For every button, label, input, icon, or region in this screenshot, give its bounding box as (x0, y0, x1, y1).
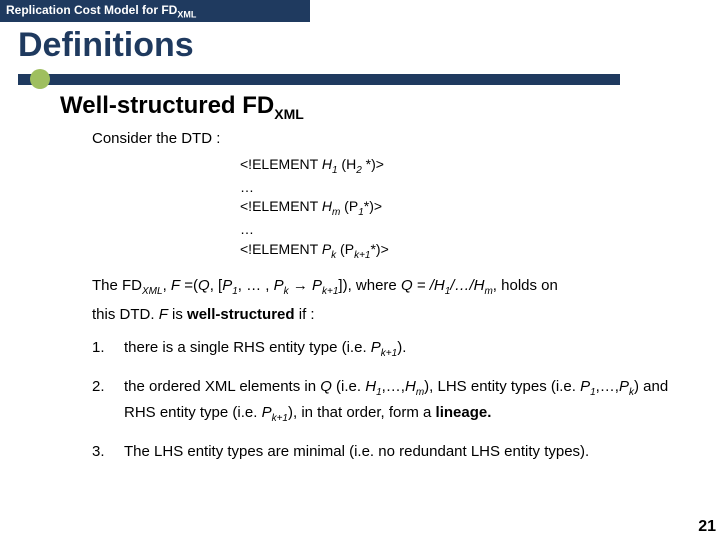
page-number: 21 (698, 518, 716, 536)
slide-header: Replication Cost Model for FDXML (0, 0, 310, 22)
t: the ordered XML elements in (124, 378, 320, 395)
header-text: Replication Cost Model for FD (6, 3, 177, 17)
t: P (580, 378, 590, 395)
t: ), in that order, form a (288, 404, 436, 421)
t: The FD (92, 277, 142, 294)
dtd-line-2: <!ELEMENT Hm (P1*)> (240, 197, 680, 220)
t: (P (336, 241, 354, 257)
definition-paragraph: The FDXML, F =(Q, [P1, … , Pk → Pk+1]), … (92, 272, 680, 330)
dtd-line-1: <!ELEMENT H1 (H2 *)> (240, 155, 680, 178)
t: m (416, 387, 424, 398)
dtd-dots-1: … (240, 178, 680, 198)
consider-text: Consider the DTD : (92, 130, 680, 147)
t: Q = /H (401, 277, 445, 294)
t: P (322, 241, 331, 257)
t: <!ELEMENT (240, 156, 322, 172)
title-underline (18, 74, 620, 85)
t: <!ELEMENT (240, 241, 322, 257)
dtd-block: <!ELEMENT H1 (H2 *)> … <!ELEMENT Hm (P1*… (240, 155, 680, 263)
t: F (171, 277, 180, 294)
t: Q (198, 277, 210, 294)
subtitle-text: Well-structured FD (60, 92, 274, 119)
t: P (262, 404, 272, 421)
t: ,…, (596, 378, 619, 395)
t: *)> (362, 156, 384, 172)
t: P (222, 277, 232, 294)
t: ,…, (382, 378, 405, 395)
t: *)> (364, 198, 382, 214)
t: lineage. (436, 404, 492, 421)
t: (P (340, 198, 358, 214)
t: F (159, 306, 168, 323)
t: there is a single RHS entity type (i.e. (124, 339, 371, 356)
t: *)> (370, 241, 388, 257)
list-number: 2. (92, 375, 124, 426)
t: P (371, 339, 381, 356)
list-number: 3. (92, 440, 124, 463)
subtitle-sub: XML (274, 106, 304, 122)
t: , holds on (493, 277, 558, 294)
t: P (312, 277, 322, 294)
list-text: there is a single RHS entity type (i.e. … (124, 336, 406, 362)
content-area: Well-structured FDXML Consider the DTD :… (60, 92, 680, 478)
t: H (405, 378, 416, 395)
list-item: 1. there is a single RHS entity type (i.… (92, 336, 680, 362)
t: <!ELEMENT (240, 198, 322, 214)
t: /…/H (450, 277, 484, 294)
t: , [ (210, 277, 223, 294)
t: H (365, 378, 376, 395)
t: H (322, 156, 332, 172)
arrow-icon: → (289, 277, 312, 294)
t: XML (142, 286, 163, 297)
t: k+1 (354, 249, 370, 260)
t: k+1 (381, 348, 397, 359)
t: P (274, 277, 284, 294)
t: m (484, 286, 492, 297)
t: P (619, 378, 629, 395)
t: is (168, 306, 187, 323)
list-text: The LHS entity types are minimal (i.e. n… (124, 440, 589, 463)
list-item: 3. The LHS entity types are minimal (i.e… (92, 440, 680, 463)
t: (i.e. (332, 378, 365, 395)
dtd-dots-2: … (240, 220, 680, 240)
t: (H (338, 156, 357, 172)
list-number: 1. (92, 336, 124, 362)
dtd-line-3: <!ELEMENT Pk (Pk+1*)> (240, 240, 680, 263)
t: this DTD. (92, 306, 159, 323)
subtitle: Well-structured FDXML (60, 92, 680, 122)
t: H (322, 198, 332, 214)
t: if : (295, 306, 315, 323)
conditions-list: 1. there is a single RHS entity type (i.… (92, 336, 680, 464)
t: =( (180, 277, 198, 294)
t: ]), where (338, 277, 401, 294)
t: ), LHS entity types (i.e. (424, 378, 580, 395)
list-text: the ordered XML elements in Q (i.e. H1,…… (124, 375, 680, 426)
t: , (163, 277, 171, 294)
t: Q (320, 378, 332, 395)
t: k+1 (322, 286, 338, 297)
t: , … , (238, 277, 274, 294)
slide-title: Definitions (18, 26, 194, 65)
t: well-structured (187, 306, 295, 323)
list-item: 2. the ordered XML elements in Q (i.e. H… (92, 375, 680, 426)
t: k+1 (272, 413, 288, 424)
header-sub: XML (177, 9, 196, 19)
t: ). (397, 339, 406, 356)
